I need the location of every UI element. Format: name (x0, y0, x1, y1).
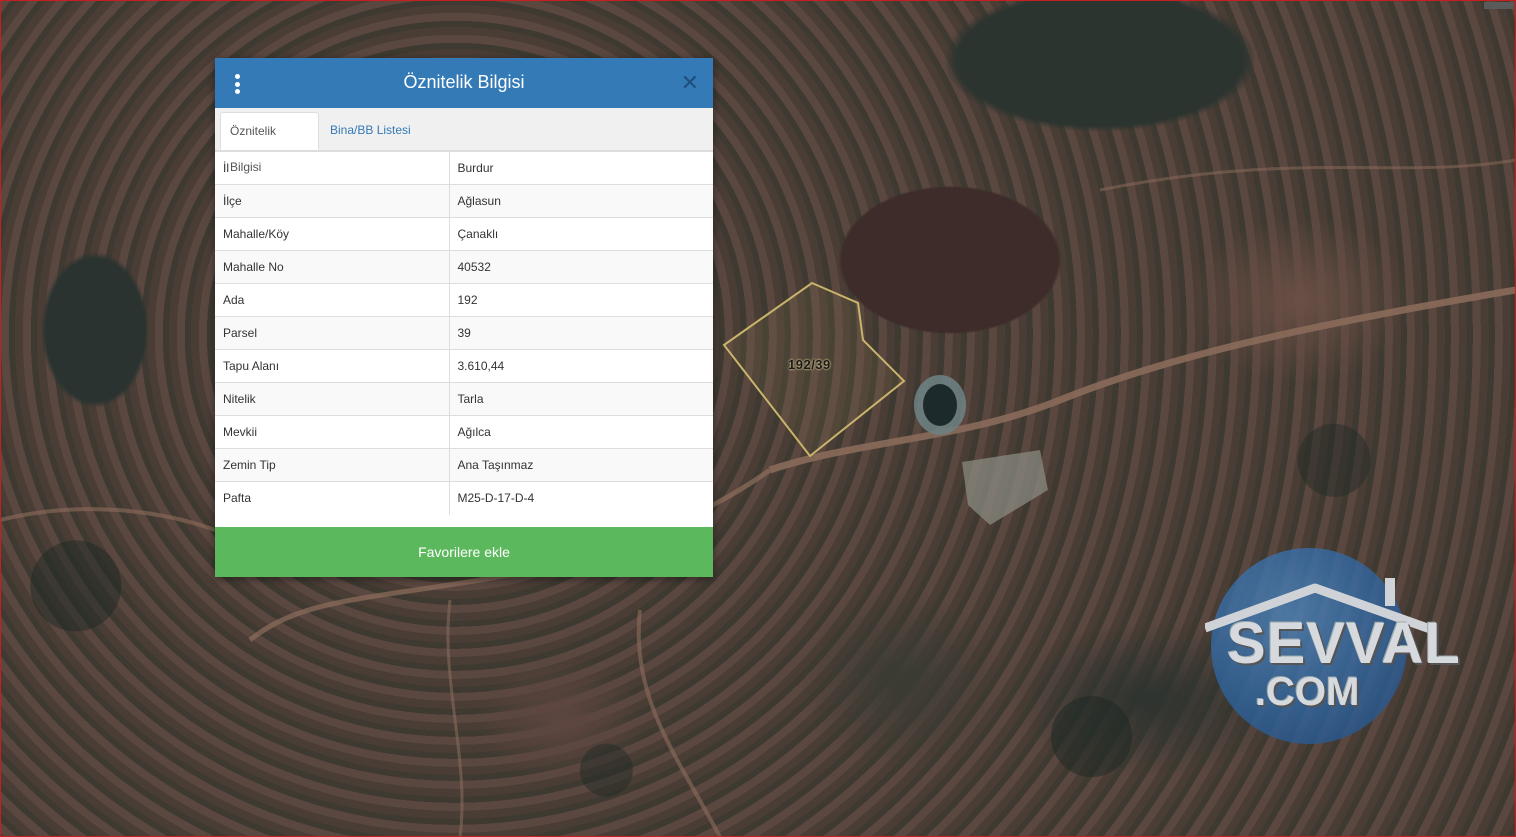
page-frame (0, 0, 1516, 837)
